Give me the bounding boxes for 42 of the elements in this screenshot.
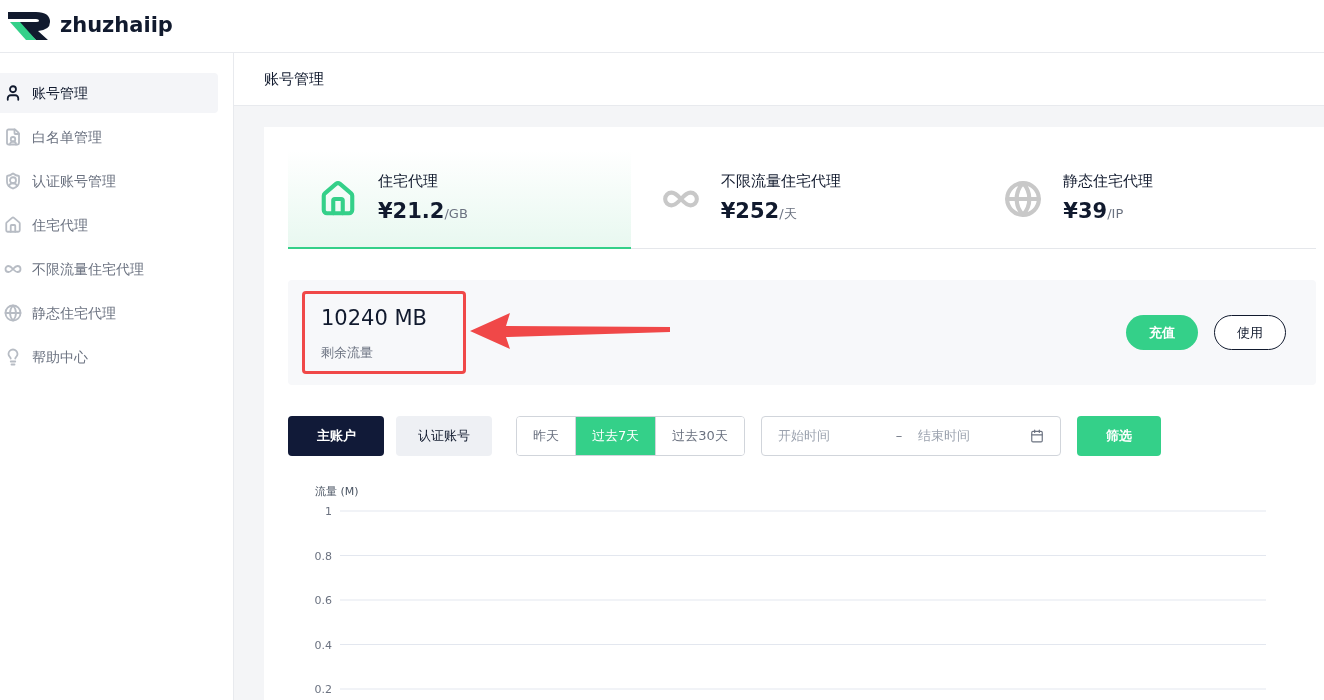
plan-price: ¥252/天 <box>720 198 798 225</box>
end-date-field[interactable]: 结束时间 <box>918 426 1019 446</box>
logo-icon <box>6 10 52 42</box>
account-tab[interactable]: 认证账号 <box>396 416 492 456</box>
brand-name: zhuzhaiip <box>60 12 173 40</box>
account-tab[interactable]: 主账户 <box>288 416 384 456</box>
sidebar-item[interactable]: 认证账号管理 <box>0 161 218 201</box>
use-button[interactable]: 使用 <box>1214 315 1286 350</box>
y-tick-label: 1 <box>325 505 332 518</box>
house-icon <box>4 216 22 234</box>
calendar-icon <box>1029 429 1044 443</box>
y-tick-label: 0.8 <box>314 549 332 563</box>
plan-tab[interactable]: 静态住宅代理 ¥39/IP <box>973 150 1316 249</box>
arrow-icon <box>470 313 672 349</box>
plan-price: ¥39/IP <box>1063 198 1125 225</box>
y-tick-label: 0.6 <box>314 594 332 607</box>
plan-price: ¥21.2/GB <box>378 198 468 225</box>
sidebar-item[interactable]: 帮助中心 <box>0 337 218 377</box>
globe-icon <box>4 304 22 322</box>
plan-tab[interactable]: 不限流量住宅代理 ¥252/天 <box>630 150 974 249</box>
user-document-icon <box>4 128 22 146</box>
globe-icon <box>1003 178 1044 219</box>
plan-name: 静态住宅代理 <box>1063 170 1154 192</box>
page-title: 账号管理 <box>264 68 324 90</box>
y-tick-label: 0.4 <box>314 638 332 652</box>
y-axis-label: 流量 (M) <box>315 484 359 500</box>
range-tab[interactable]: 过去30天 <box>655 417 744 455</box>
start-date-field[interactable]: 开始时间 <box>777 426 888 446</box>
sidebar-item[interactable]: 不限流量住宅代理 <box>0 249 218 289</box>
sidebar-item[interactable]: 账号管理 <box>0 73 218 113</box>
plan-name: 住宅代理 <box>378 170 439 192</box>
range-separator: – <box>895 427 903 446</box>
plan-name: 不限流量住宅代理 <box>720 170 841 192</box>
date-range-field[interactable]: 开始时间 – 结束时间 <box>760 416 1061 456</box>
sidebar-item[interactable]: 静态住宅代理 <box>0 293 218 333</box>
shield-user-icon <box>4 172 22 190</box>
sidebar-item[interactable]: 白名单管理 <box>0 117 218 157</box>
user-icon <box>4 84 22 102</box>
sidebar-item[interactable]: 住宅代理 <box>0 205 218 245</box>
y-tick-label: 0.2 <box>314 683 332 696</box>
balance-label: 剩余流量 <box>321 343 374 362</box>
balance-value: 10240 MB <box>321 305 428 332</box>
